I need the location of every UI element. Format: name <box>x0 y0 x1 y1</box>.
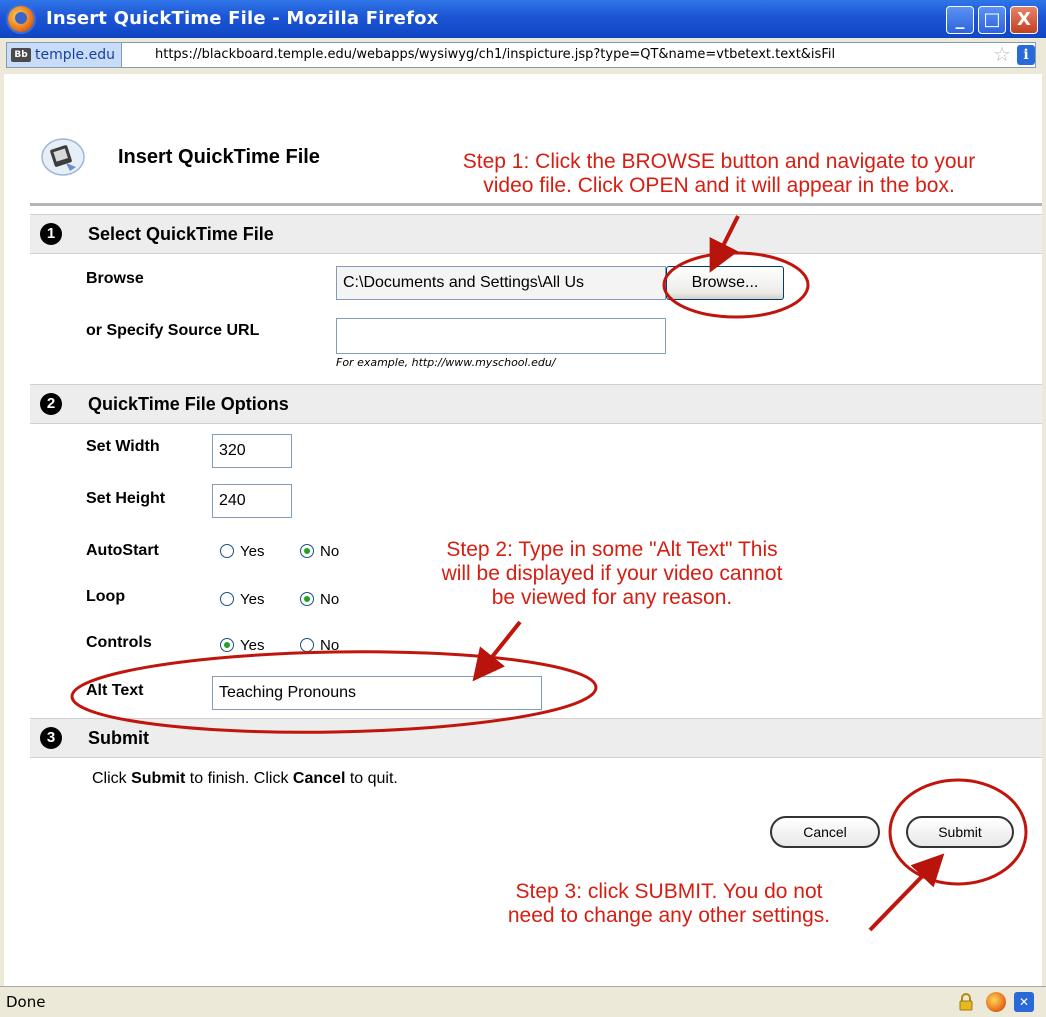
loop-no-radio[interactable] <box>300 592 314 606</box>
step3-annotation: Step 3: click SUBMIT. You do not need to… <box>507 880 831 927</box>
controls-label: Controls <box>86 634 152 651</box>
step-number-2: 2 <box>40 393 62 415</box>
section-header-select-file: 1 Select QuickTime File <box>30 214 1042 254</box>
site-favicon-icon: Bb <box>11 48 31 62</box>
status-text: Done <box>6 993 46 1011</box>
height-label: Set Height <box>86 490 166 507</box>
lock-icon[interactable] <box>958 993 974 1011</box>
status-bar: Done ✕ <box>0 986 1046 1017</box>
height-input[interactable]: 240 <box>212 484 292 518</box>
source-url-label: or Specify Source URL <box>86 322 260 339</box>
maximize-button[interactable]: □ <box>978 6 1006 34</box>
step3-arrow <box>868 853 945 932</box>
quicktime-file-icon <box>41 138 85 176</box>
section-title-file-options: QuickTime File Options <box>88 394 289 414</box>
section-title-submit: Submit <box>88 728 149 748</box>
controls-no-radio[interactable] <box>300 638 314 652</box>
info-icon[interactable]: i <box>1017 45 1035 65</box>
window-titlebar: Insert QuickTime File - Mozilla Firefox … <box>0 0 1046 39</box>
width-label: Set Width <box>86 438 160 455</box>
cancel-button[interactable]: Cancel <box>770 816 880 848</box>
autostart-no-label: No <box>320 543 340 560</box>
controls-yes-label: Yes <box>240 637 265 654</box>
window-frame-right <box>1042 74 1046 986</box>
browse-button[interactable]: Browse... <box>666 266 784 300</box>
extension-icon[interactable]: ✕ <box>1014 992 1034 1012</box>
controls-yes-radio[interactable] <box>220 638 234 652</box>
minimize-button[interactable]: _ <box>946 6 974 34</box>
step2-arrow <box>472 620 522 682</box>
alt-text-input[interactable]: Teaching Pronouns <box>212 676 542 710</box>
url-text: https://blackboard.temple.edu/webapps/wy… <box>155 47 836 62</box>
firefox-status-icon[interactable] <box>986 992 1006 1012</box>
step-number-1: 1 <box>40 223 62 245</box>
cancel-word: Cancel <box>292 770 346 787</box>
autostart-yes-label: Yes <box>240 543 265 560</box>
submit-instructions: Click Submit to finish. Click Cancel to … <box>92 770 398 787</box>
url-field[interactable]: Bb temple.edu https://blackboard.temple.… <box>6 42 1036 68</box>
section-title-select-file: Select QuickTime File <box>88 224 274 244</box>
source-url-input[interactable] <box>336 318 666 354</box>
site-identity-button[interactable]: Bb temple.edu <box>7 43 122 67</box>
header-divider <box>30 203 1042 206</box>
section-header-file-options: 2 QuickTime File Options <box>30 384 1042 424</box>
firefox-logo-icon <box>8 6 34 32</box>
source-url-hint: For example, http://www.myschool.edu/ <box>336 356 556 369</box>
controls-no-label: No <box>320 637 340 654</box>
file-path-input[interactable]: C:\Documents and Settings\All Us <box>336 266 666 300</box>
site-name: temple.edu <box>35 47 115 63</box>
loop-yes-radio[interactable] <box>220 592 234 606</box>
loop-label: Loop <box>86 588 126 605</box>
loop-yes-label: Yes <box>240 591 265 608</box>
alt-text-label: Alt Text <box>86 682 144 699</box>
autostart-label: AutoStart <box>86 542 159 559</box>
window-frame-left <box>0 74 4 986</box>
browse-label: Browse <box>86 270 144 287</box>
step-number-3: 3 <box>40 727 62 749</box>
autostart-yes-radio[interactable] <box>220 544 234 558</box>
close-button[interactable]: X <box>1010 6 1038 34</box>
address-bar: Bb temple.edu https://blackboard.temple.… <box>0 38 1046 74</box>
section-header-submit: 3 Submit <box>30 718 1042 758</box>
page-title: Insert QuickTime File <box>118 146 320 168</box>
step2-annotation: Step 2: Type in some "Alt Text" This wil… <box>441 538 783 609</box>
loop-no-label: No <box>320 591 340 608</box>
submit-word: Submit <box>131 770 186 787</box>
window-title: Insert QuickTime File - Mozilla Firefox <box>46 8 439 29</box>
autostart-no-radio[interactable] <box>300 544 314 558</box>
submit-button[interactable]: Submit <box>906 816 1014 848</box>
step1-annotation: Step 1: Click the BROWSE button and navi… <box>462 150 976 197</box>
bookmark-star-icon[interactable]: ☆ <box>993 44 1011 66</box>
width-input[interactable]: 320 <box>212 434 292 468</box>
